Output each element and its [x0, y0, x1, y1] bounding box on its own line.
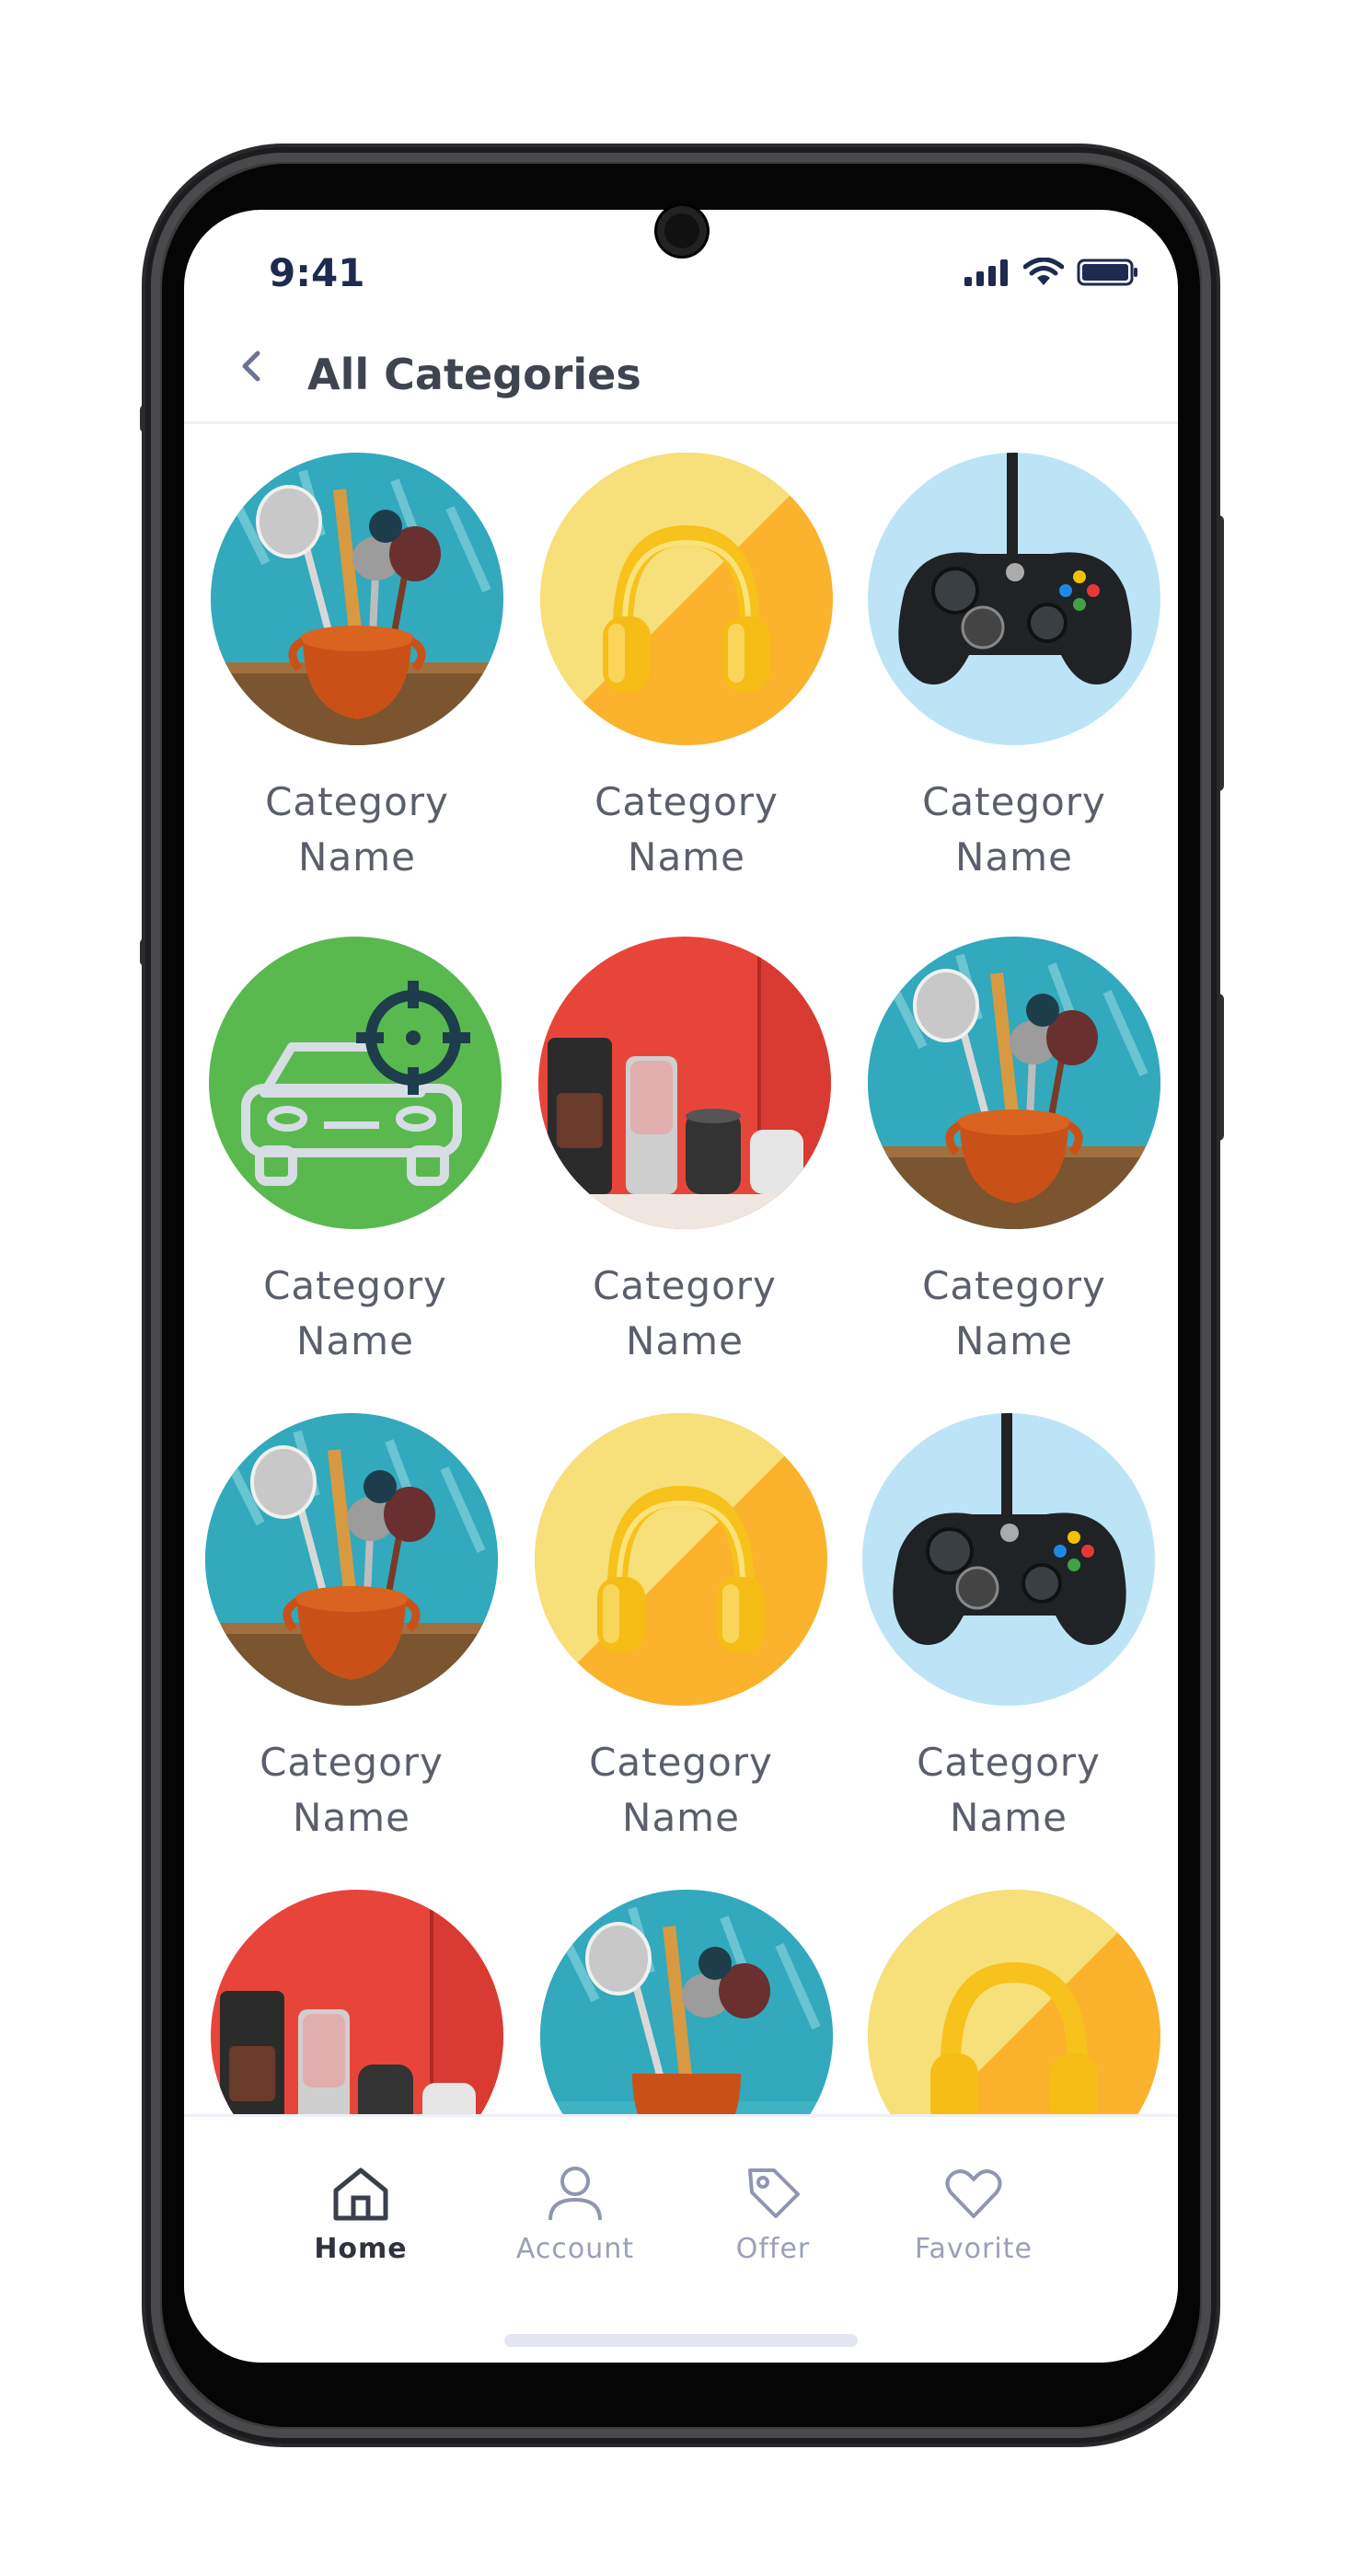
bottom-navigation: Home Account Offer Favorite: [184, 2114, 1178, 2363]
category-item[interactable]: Category Name: [210, 453, 504, 885]
category-image-kitchen-utensils: [868, 937, 1160, 1229]
tag-icon: [748, 2168, 800, 2218]
category-image-game-controller: [868, 453, 1160, 745]
status-icons: [963, 258, 1139, 287]
home-indicator[interactable]: [504, 2334, 858, 2347]
back-button[interactable]: [237, 348, 263, 392]
category-item[interactable]: Category Name: [861, 1413, 1156, 1846]
home-icon: [333, 2168, 388, 2221]
category-item[interactable]: Category Name: [537, 937, 832, 1369]
category-item[interactable]: Category Name: [539, 453, 834, 885]
page-title: All Categories: [307, 350, 641, 399]
chevron-left-icon: [242, 351, 260, 382]
signal-icon: [964, 259, 1008, 286]
category-item[interactable]: Category Name: [867, 453, 1161, 885]
category-name: Category Name: [594, 779, 779, 880]
category-image-headphones: [535, 1413, 827, 1706]
category-item[interactable]: Category Name: [867, 937, 1161, 1369]
category-image-kitchen-utensils: [205, 1413, 498, 1706]
category-name: Category Name: [593, 1263, 777, 1363]
user-icon: [548, 2167, 602, 2221]
nav-label-home: Home: [314, 2233, 408, 2265]
status-time: 9:41: [269, 250, 365, 295]
category-image-kitchen-utensils: [211, 453, 503, 745]
front-camera: [657, 206, 707, 256]
category-name: Category Name: [922, 779, 1106, 880]
nav-label-offer: Offer: [735, 2233, 811, 2265]
category-image-appliances: [211, 1890, 503, 2114]
category-item[interactable]: Category Name: [534, 1413, 828, 1846]
nav-item-home[interactable]: Home: [269, 2163, 453, 2265]
category-item[interactable]: Category Name: [204, 1413, 499, 1846]
nav-item-account[interactable]: Account: [483, 2163, 667, 2265]
category-name: Category Name: [265, 779, 449, 880]
category-item[interactable]: [867, 1890, 1161, 2114]
category-item[interactable]: [539, 1890, 834, 2114]
battery-icon: [1077, 259, 1137, 286]
category-grid: Category Name Category Name Category Nam…: [184, 421, 1178, 2114]
category-name: Category Name: [260, 1740, 444, 1840]
category-image-headphones: [540, 453, 833, 745]
category-name: Category Name: [589, 1740, 773, 1840]
top-app-bar: All Categories: [184, 320, 1178, 424]
nav-item-offer[interactable]: Offer: [681, 2163, 865, 2265]
nav-label-favorite: Favorite: [915, 2233, 1033, 2265]
category-name: Category Name: [263, 1263, 447, 1363]
nav-item-favorite[interactable]: Favorite: [882, 2163, 1066, 2265]
category-image-kitchen-utensils: [540, 1890, 833, 2114]
nav-label-account: Account: [515, 2233, 635, 2265]
category-image-car-target: [209, 937, 502, 1229]
wifi-icon: [1023, 258, 1064, 285]
category-name: Category Name: [917, 1740, 1101, 1840]
screen: 9:41 All Categories Category Name Catego…: [184, 210, 1178, 2363]
category-name: Category Name: [922, 1263, 1106, 1363]
heart-icon: [945, 2169, 1002, 2218]
category-item[interactable]: [210, 1890, 504, 2114]
category-image-game-controller: [862, 1413, 1155, 1706]
category-image-headphones: [868, 1890, 1160, 2114]
category-image-appliances: [538, 937, 831, 1229]
category-item[interactable]: Category Name: [208, 937, 502, 1369]
